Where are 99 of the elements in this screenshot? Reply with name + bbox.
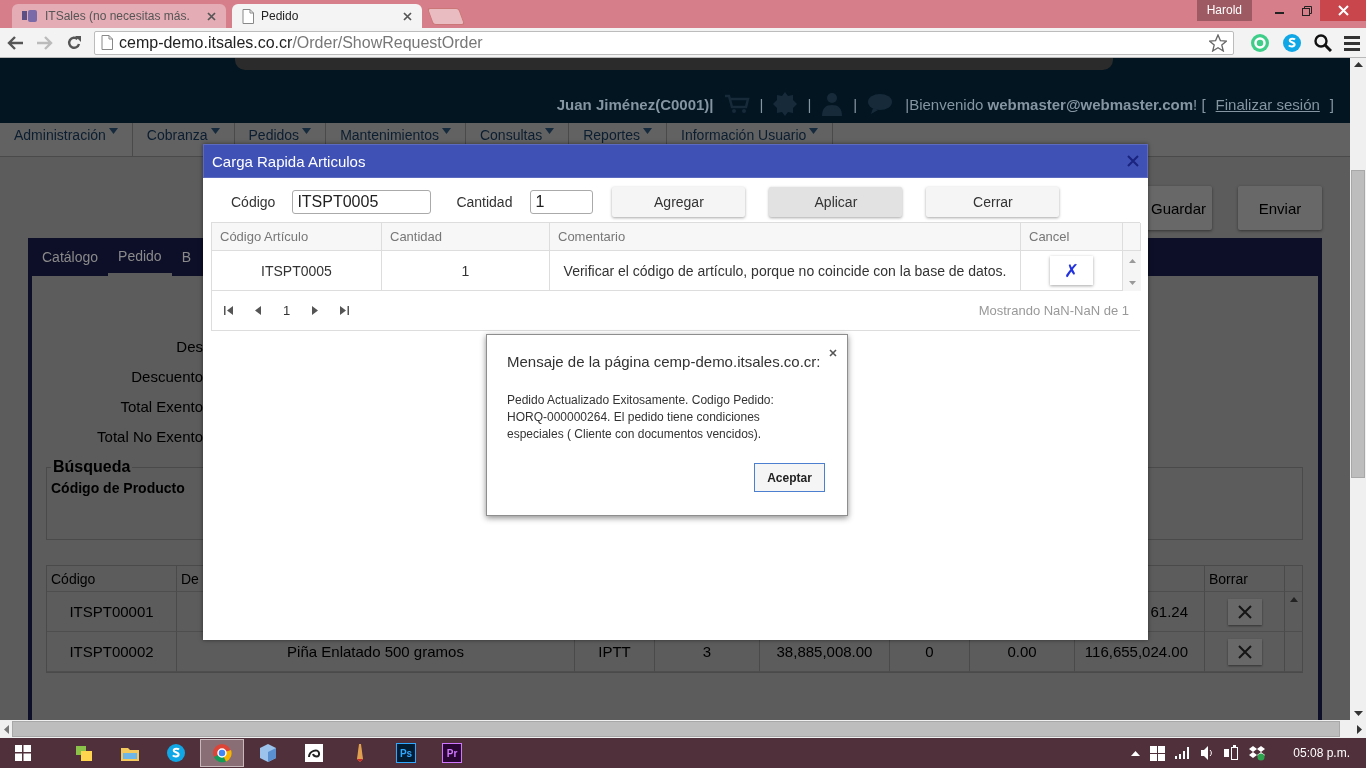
next-icon[interactable] — [312, 306, 319, 315]
close-icon[interactable] — [829, 349, 837, 357]
column-header: Cantidad — [382, 223, 550, 251]
restore-icon[interactable] — [1301, 5, 1312, 16]
x-icon — [1237, 644, 1252, 659]
separator: | — [759, 95, 764, 113]
last-page-icon[interactable] — [340, 306, 350, 315]
action-button[interactable]: Enviar — [1238, 186, 1322, 230]
logo-icon — [22, 9, 38, 23]
down-arrow-icon[interactable] — [1353, 711, 1363, 716]
dialog-message: Pedido Actualizado Exitosamente. Codigo Pedido: HORQ-000000264. El pedido tiene condiciones especiales ( Cliente con documentos vencidos). — [507, 392, 775, 443]
user-name: Juan Jiménez(C0001)| — [556, 95, 714, 113]
column-header: Borrar — [1205, 566, 1285, 592]
back-icon[interactable] — [6, 34, 24, 51]
quantity-field[interactable]: 1 — [530, 189, 594, 214]
cart-icon — [723, 94, 750, 114]
dropbox-icon[interactable] — [1249, 745, 1266, 761]
person-icon — [821, 92, 844, 116]
cancel-button[interactable]: ✗ — [1050, 256, 1093, 285]
close-button[interactable] — [1320, 0, 1366, 21]
address-bar[interactable]: cemp-demo.itsales.co.cr/Order/ShowRequestOrder — [94, 30, 1234, 55]
clock: 05:08 p.m. — [1293, 746, 1350, 760]
battery-icon[interactable] — [1223, 745, 1240, 761]
url-text: cemp-demo.itsales.co.cr/Order/ShowRequestOrder — [119, 33, 484, 52]
browser-tab[interactable]: Pedido — [232, 4, 422, 28]
document-icon — [242, 8, 254, 24]
caret-icon — [441, 128, 451, 134]
dialog-title: Mensaje de la página cemp-demo.itsales.co.cr: — [507, 353, 821, 370]
column-header: Código Artículo — [212, 223, 382, 251]
skype-icon — [166, 743, 186, 763]
search-icon[interactable] — [1314, 33, 1332, 52]
field-label: Cantidad — [456, 193, 513, 210]
reload-icon[interactable] — [66, 34, 82, 51]
logout-link[interactable]: Finalizar sesión — [1215, 95, 1320, 113]
field-label: Código — [231, 193, 276, 210]
signal-icon[interactable] — [1175, 747, 1192, 759]
pager-info: Mostrando NaN-NaN de 1 — [978, 303, 1129, 318]
profile-badge[interactable]: Harold — [1196, 0, 1252, 21]
star-icon[interactable] — [1209, 33, 1227, 52]
delete-button[interactable] — [1227, 598, 1262, 625]
accept-button[interactable]: Aceptar — [754, 463, 825, 492]
app-logo: Pr — [442, 743, 462, 763]
welcome-text: |Bienvenido webmaster@webmaster.com! [ — [905, 95, 1206, 113]
tab[interactable]: B — [171, 238, 201, 276]
up-arrow-icon[interactable] — [1131, 750, 1141, 756]
menu-icon[interactable] — [1344, 34, 1360, 51]
menu-item[interactable]: Administración — [0, 123, 133, 156]
delete-button[interactable] — [1227, 638, 1262, 665]
dialog-button[interactable]: Agregar — [612, 186, 746, 217]
first-page-icon[interactable] — [224, 306, 233, 315]
group-title: Búsqueda — [52, 458, 132, 476]
column-header: Código — [47, 566, 177, 592]
previous-icon[interactable] — [255, 306, 261, 315]
caret-icon — [643, 128, 653, 134]
table-cell: ITSPT00002 — [47, 632, 177, 672]
paint-icon — [304, 743, 324, 763]
cube-icon — [258, 743, 278, 763]
page-button[interactable]: 1 — [283, 303, 291, 318]
field-label: Descuento — [130, 367, 203, 387]
browser-icon — [212, 743, 232, 763]
volume-icon[interactable] — [1201, 746, 1214, 760]
dialog-button[interactable]: Aplicar — [769, 186, 903, 217]
column-header: Cancel — [1021, 223, 1123, 251]
field-label: Código de Producto — [51, 480, 186, 496]
left-arrow-icon[interactable] — [4, 724, 9, 734]
document-icon — [101, 35, 113, 50]
skype-icon[interactable] — [1282, 32, 1302, 53]
taskbar-button[interactable]: Pr — [430, 739, 474, 767]
taskbar-button[interactable]: Ps — [384, 739, 428, 767]
separator: | — [807, 95, 812, 113]
close-icon[interactable] — [403, 11, 412, 21]
close-icon[interactable] — [207, 11, 216, 21]
caret-icon — [108, 128, 118, 134]
table-cell: ITSPT00001 — [47, 592, 177, 632]
up-arrow-icon[interactable] — [1353, 62, 1363, 67]
separator: | — [853, 95, 858, 113]
right-arrow-icon[interactable] — [1357, 724, 1362, 734]
badge-icon — [773, 92, 798, 116]
vertical-scrollbar[interactable] — [1350, 58, 1366, 720]
windows-icon[interactable] — [1150, 745, 1166, 761]
bracket-text: ] — [1329, 95, 1334, 113]
field-label: Total Exento — [119, 397, 203, 417]
x-icon — [1237, 604, 1252, 619]
close-icon — [1337, 5, 1349, 16]
windows-icon[interactable] — [15, 745, 31, 761]
dialog-button[interactable]: Cerrar — [926, 186, 1060, 217]
caret-icon — [545, 128, 555, 134]
scrollbar-thumb[interactable] — [1351, 170, 1365, 478]
caret-icon — [302, 128, 312, 134]
caret-icon — [210, 128, 220, 134]
app-logo: Ps — [396, 743, 416, 763]
caret-icon — [809, 128, 819, 134]
field-label: Total No Exento — [96, 427, 203, 447]
code-field[interactable]: ITSPT0005 — [292, 189, 432, 214]
tab[interactable]: Catálogo — [32, 238, 109, 276]
browser-tab[interactable]: ITSales (no necesitas más. — [12, 4, 226, 28]
column-header: Comentario — [550, 223, 1021, 251]
field-label: Des — [175, 337, 203, 357]
tiles-icon — [74, 743, 94, 763]
